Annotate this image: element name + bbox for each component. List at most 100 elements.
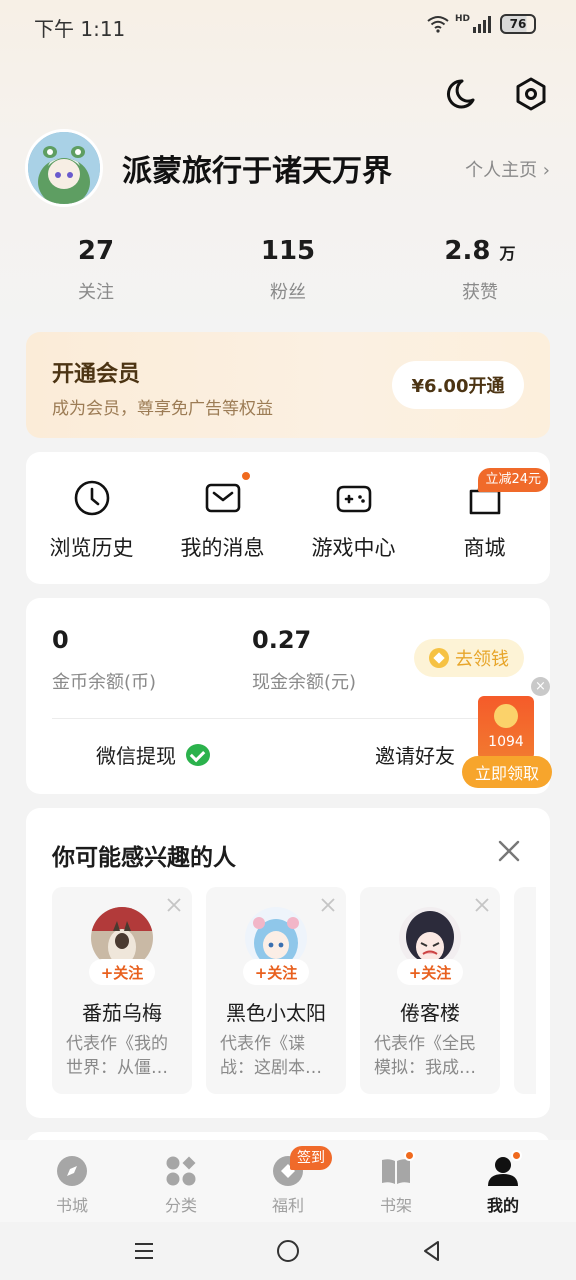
recommend-desc-line: 世界：从僵… (66, 1058, 168, 1078)
stat-fans[interactable]: 115 粉丝 (218, 236, 358, 304)
coin-balance-label: 金币余额(币) (52, 672, 157, 693)
quick-actions-card: 浏览历史 我的消息 游戏中心 立减24元 商城 (26, 452, 550, 584)
recommend-desc-line: 战：这剧本… (220, 1058, 322, 1078)
home-icon[interactable] (275, 1238, 301, 1264)
wechat-withdraw-button[interactable]: 微信提现 (96, 740, 210, 769)
red-packet-envelope: 1094 (478, 696, 534, 760)
tab-welfare[interactable]: 签到 福利 (234, 1140, 342, 1222)
status-time: 下午 1:11 (34, 17, 126, 41)
tab-label: 福利 (271, 1196, 304, 1215)
follow-button[interactable]: +关注 (243, 959, 309, 985)
quick-item-label: 我的消息 (180, 536, 265, 560)
quick-item-label: 商城 (463, 536, 506, 560)
red-packet-close-button[interactable]: × (531, 677, 550, 696)
homepage-link[interactable]: 个人主页 › (465, 156, 550, 182)
close-icon[interactable] (496, 838, 522, 864)
tab-label: 书城 (55, 1196, 88, 1215)
recommend-item[interactable]: +关注 番茄乌梅 代表作《我的 世界：从僵… (52, 887, 192, 1094)
status-bar: 下午 1:11 HD 76 (0, 0, 576, 50)
vip-subtitle: 成为会员，尊享免广告等权益 (52, 399, 273, 419)
recommend-item-partial[interactable] (514, 887, 536, 1094)
notification-dot (511, 1150, 522, 1161)
unread-dot (240, 470, 252, 482)
vip-open-button[interactable]: ¥6.00开通 (392, 361, 524, 409)
coin-icon (429, 648, 449, 668)
recommend-card: 你可能感兴趣的人 +关注 番茄乌梅 代表作《我的 世界：从僵… +关注 黑色小太… (26, 808, 550, 1118)
quick-item-label: 浏览历史 (49, 536, 134, 560)
tab-bookshelf[interactable]: 书架 (342, 1140, 450, 1222)
vip-card[interactable]: 开通会员 成为会员，尊享免广告等权益 ¥6.00开通 (26, 332, 550, 438)
cash-balance-label: 现金余额(元) (252, 672, 357, 693)
stat-following[interactable]: 27 关注 (26, 236, 166, 304)
recommend-desc-line: 模拟：我成… (374, 1058, 476, 1078)
tab-mine[interactable]: 我的 (449, 1140, 557, 1222)
battery-icon: 76 (500, 14, 536, 34)
dismiss-icon[interactable] (166, 897, 182, 913)
stat-label: 获赞 (462, 282, 498, 303)
quick-item-label: 游戏中心 (311, 536, 396, 560)
recommend-desc-line: 代表作《谍 (220, 1034, 305, 1054)
recommend-item[interactable]: +关注 倦客楼 代表作《全民 模拟：我成… (360, 887, 500, 1094)
quick-item-messages[interactable]: 我的消息 (157, 452, 288, 584)
dismiss-icon[interactable] (320, 897, 336, 913)
tab-label: 书架 (379, 1196, 412, 1215)
discount-badge: 立减24元 (478, 468, 548, 492)
follow-button[interactable]: +关注 (397, 959, 463, 985)
quick-item-history[interactable]: 浏览历史 (26, 452, 157, 584)
stat-label: 关注 (78, 282, 114, 303)
invite-friends-button[interactable]: 邀请好友 (375, 740, 455, 769)
gamepad-icon (336, 485, 372, 513)
earn-money-label: 去领钱 (455, 649, 509, 670)
red-packet-widget[interactable]: 1094 × 立即领取 (462, 676, 554, 792)
quick-item-shop[interactable]: 立减24元 商城 (419, 452, 550, 584)
mail-icon (205, 483, 241, 513)
wifi-icon (427, 16, 449, 33)
settings-icon[interactable] (513, 76, 549, 112)
signal-icon (473, 16, 491, 33)
coin-balance-value[interactable]: 0 (52, 626, 69, 654)
avatar-illustration (28, 132, 100, 204)
back-icon[interactable] (419, 1238, 445, 1264)
recommend-desc: 代表作《谍 战：这剧本… (220, 1032, 332, 1080)
wechat-check-icon (186, 743, 210, 766)
recommend-name: 黑色小太阳 (226, 1001, 326, 1025)
recommend-desc-line: 代表作《我的 (66, 1034, 168, 1054)
earn-money-button[interactable]: 去领钱 (414, 639, 524, 677)
dismiss-icon[interactable] (474, 897, 490, 913)
recommend-title: 你可能感兴趣的人 (52, 845, 236, 871)
recommend-desc: 代表作《全民 模拟：我成… (374, 1032, 486, 1080)
menu-icon[interactable] (131, 1238, 157, 1264)
tab-label: 我的 (486, 1196, 519, 1215)
stat-unit: 万 (499, 244, 516, 263)
recommend-desc-line: 代表作《全民 (374, 1034, 476, 1054)
stat-label: 粉丝 (270, 282, 306, 303)
tab-bookstore[interactable]: 书城 (18, 1140, 126, 1222)
sign-in-badge[interactable]: 签到 (290, 1146, 332, 1170)
status-icons: HD 76 (427, 14, 536, 34)
profile-avatar[interactable] (25, 129, 103, 207)
recommend-name: 倦客楼 (400, 1001, 460, 1025)
divider (52, 718, 524, 719)
follow-button[interactable]: +关注 (89, 959, 155, 985)
red-packet-seal-icon (494, 704, 518, 728)
invite-friends-label: 邀请好友 (375, 744, 455, 768)
vip-title: 开通会员 (52, 362, 141, 387)
tab-category[interactable]: 分类 (127, 1140, 235, 1222)
recommend-item[interactable]: +关注 黑色小太阳 代表作《谍 战：这剧本… (206, 887, 346, 1094)
grid-icon (166, 1156, 196, 1186)
claim-now-button[interactable]: 立即领取 (462, 756, 552, 788)
cash-balance-value[interactable]: 0.27 (252, 626, 311, 654)
moon-icon[interactable] (442, 76, 478, 112)
bottom-tab-bar: 书城 分类 签到 福利 书架 我的 (0, 1140, 576, 1222)
recommend-desc: 代表作《我的 世界：从僵… (66, 1032, 178, 1080)
quick-item-games[interactable]: 游戏中心 (288, 452, 419, 584)
stat-likes[interactable]: 2.8 万 获赞 (410, 236, 550, 304)
wechat-withdraw-label: 微信提现 (96, 744, 176, 768)
red-packet-amount: 1094 (488, 734, 524, 750)
update-dot (404, 1150, 415, 1161)
stat-value: 115 (260, 236, 316, 266)
profile-name[interactable]: 派蒙旅行于诸天万界 (122, 146, 392, 190)
recommend-list: +关注 番茄乌梅 代表作《我的 世界：从僵… +关注 黑色小太阳 代表作《谍 战… (52, 887, 536, 1095)
battery-level: 76 (509, 17, 527, 31)
tab-label: 分类 (164, 1196, 197, 1215)
